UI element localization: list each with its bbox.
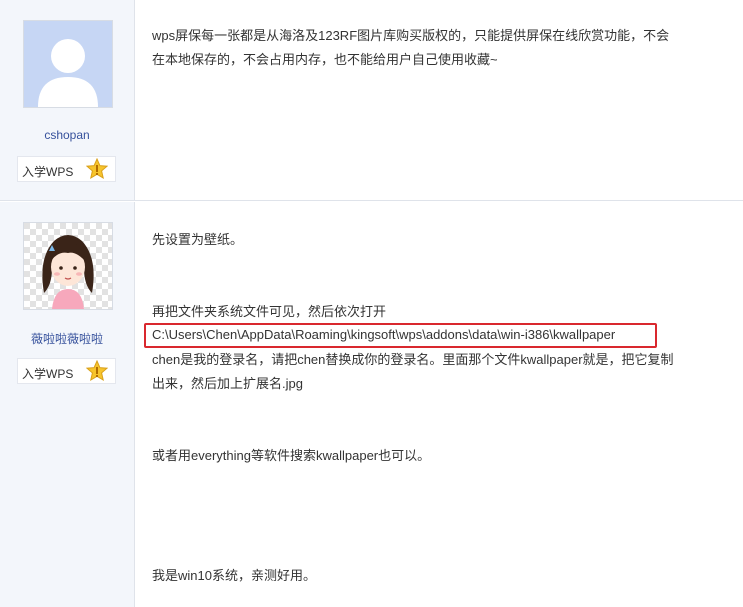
rank-label: 入学WPS <box>22 165 74 179</box>
cartoon-girl-avatar-icon <box>24 223 112 309</box>
post-text-line: wps屏保每一张都是从海洛及123RF图片库购买版权的，只能提供屏保在线欣赏功能… <box>152 28 670 43</box>
post-text-line: 我是win10系统，亲测好用。 <box>152 568 316 583</box>
avatar[interactable] <box>23 20 113 108</box>
post-text-line: 再把文件夹系统文件可见，然后依次打开 <box>152 304 387 319</box>
post-author-sidebar: 薇啦啦薇啦啦 入学WPS <box>0 202 135 607</box>
rank-badge: 入学WPS <box>17 358 116 384</box>
file-path-text: C:\Users\Chen\AppData\Roaming\kingsoft\w… <box>152 327 616 342</box>
post-text-line: 或者用everything等软件搜索kwallpaper也可以。 <box>152 448 431 463</box>
post-text-line: 出来，然后加上扩展名.jpg <box>152 376 303 391</box>
default-avatar-icon <box>24 21 112 107</box>
star-icon <box>85 359 109 387</box>
username[interactable]: cshopan <box>0 128 134 142</box>
avatar[interactable] <box>23 222 113 310</box>
post-text-line: 在本地保存的，不会占用内存，也不能给用户自己使用收藏~ <box>152 52 498 67</box>
post-author-sidebar: cshopan 入学WPS <box>0 0 135 200</box>
rank-badge: 入学WPS <box>17 156 116 182</box>
forum-post: cshopan 入学WPS wps屏保每一张都是从海洛及123RF图片库购买版权… <box>0 0 743 201</box>
post-text-line: 先设置为壁纸。 <box>152 232 244 247</box>
star-icon <box>85 157 109 185</box>
forum-post: 薇啦啦薇啦啦 入学WPS 先设置为壁纸。 再把文件夹系统文件可见，然后依次打开 … <box>0 202 743 607</box>
rank-label: 入学WPS <box>22 367 74 381</box>
post-text-line: chen是我的登录名，请把chen替换成你的登录名。里面那个文件kwallpap… <box>152 352 674 367</box>
username[interactable]: 薇啦啦薇啦啦 <box>0 330 134 347</box>
